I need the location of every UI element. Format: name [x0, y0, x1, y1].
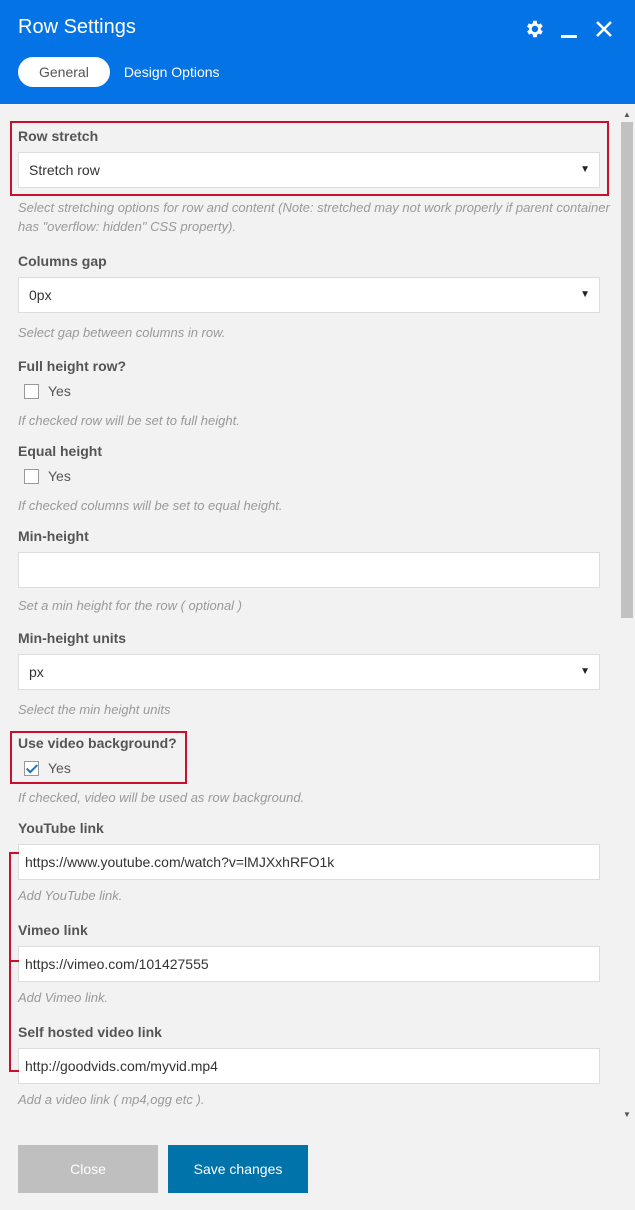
self-hosted-field: Self hosted video link http://goodvids.c… [18, 1024, 600, 1107]
equal-height-field: Equal height Yes If checked columns will… [18, 443, 600, 513]
min-height-units-field: Min-height units px ▼ Select the min hei… [18, 630, 600, 717]
self-hosted-label: Self hosted video link [18, 1024, 162, 1040]
min-height-label: Min-height [18, 528, 89, 544]
gear-icon[interactable] [523, 18, 545, 40]
min-height-units-select[interactable]: px ▼ [18, 654, 600, 690]
tab-bar: General Design Options [18, 57, 234, 87]
dropdown-arrow-icon: ▼ [580, 666, 590, 677]
dialog-header: Row Settings General Design Options [0, 0, 635, 104]
dialog-title: Row Settings [18, 16, 136, 38]
full-height-checkbox[interactable] [24, 383, 39, 399]
header-controls [523, 18, 615, 40]
full-height-option[interactable]: Yes [24, 383, 71, 399]
vimeo-field: Vimeo link https://vimeo.com/101427555 A… [18, 922, 600, 1005]
row-stretch-field: Row stretch Stretch row ▼ Select stretch… [18, 128, 610, 234]
video-bg-option[interactable]: Yes [24, 760, 71, 776]
video-bg-help: If checked, video will be used as row ba… [18, 790, 305, 805]
self-hosted-input[interactable]: http://goodvids.com/myvid.mp4 [18, 1048, 600, 1084]
self-hosted-help: Add a video link ( mp4,ogg etc ). [18, 1092, 205, 1107]
min-height-help: Set a min height for the row ( optional … [18, 598, 243, 613]
full-height-help: If checked row will be set to full heigh… [18, 413, 240, 428]
vimeo-input[interactable]: https://vimeo.com/101427555 [18, 946, 600, 982]
scrollbar-thumb[interactable] [621, 122, 633, 618]
equal-height-label: Equal height [18, 443, 102, 459]
min-height-units-label: Min-height units [18, 630, 127, 646]
video-links-bracket [9, 852, 11, 1072]
youtube-label: YouTube link [18, 820, 104, 836]
youtube-field: YouTube link https://www.youtube.com/wat… [18, 820, 600, 903]
video-bg-field: Use video background? Yes If checked, vi… [18, 735, 600, 805]
full-height-label: Full height row? [18, 358, 127, 374]
full-height-option-label: Yes [48, 383, 71, 399]
minimize-icon[interactable] [558, 18, 580, 40]
checkmark-icon[interactable] [24, 760, 39, 776]
dropdown-arrow-icon: ▼ [580, 289, 590, 300]
youtube-input[interactable]: https://www.youtube.com/watch?v=lMJXxhRF… [18, 844, 600, 880]
min-height-input[interactable] [18, 552, 600, 588]
save-changes-button[interactable]: Save changes [168, 1145, 308, 1193]
settings-panel: Row stretch Stretch row ▼ Select stretch… [0, 104, 619, 1125]
dropdown-arrow-icon: ▼ [580, 164, 590, 175]
columns-gap-help: Select gap between columns in row. [18, 325, 226, 340]
bracket-tick-bottom [9, 1070, 19, 1072]
columns-gap-value: 0px [29, 287, 52, 303]
row-stretch-value: Stretch row [29, 162, 100, 178]
columns-gap-label: Columns gap [18, 253, 107, 269]
row-stretch-help: Select stretching options for row and co… [18, 200, 610, 234]
scroll-down-arrow-icon[interactable]: ▼ [623, 1110, 631, 1119]
min-height-units-help: Select the min height units [18, 702, 171, 717]
scroll-up-arrow-icon[interactable]: ▲ [623, 110, 631, 119]
tab-general[interactable]: General [18, 57, 110, 87]
equal-height-help: If checked columns will be set to equal … [18, 498, 283, 513]
columns-gap-select[interactable]: 0px ▼ [18, 277, 600, 313]
equal-height-checkbox[interactable] [24, 468, 39, 484]
vimeo-label: Vimeo link [18, 922, 88, 938]
vimeo-help: Add Vimeo link. [18, 990, 109, 1005]
columns-gap-field: Columns gap 0px ▼ Select gap between col… [18, 253, 600, 340]
row-stretch-select[interactable]: Stretch row ▼ [18, 152, 600, 188]
min-height-units-value: px [29, 664, 44, 680]
bracket-tick-top [9, 852, 19, 854]
min-height-field: Min-height Set a min height for the row … [18, 528, 600, 613]
bracket-tick-middle [9, 960, 19, 962]
row-stretch-label: Row stretch [18, 128, 99, 144]
youtube-help: Add YouTube link. [18, 888, 123, 903]
full-height-field: Full height row? Yes If checked row will… [18, 358, 600, 428]
equal-height-option[interactable]: Yes [24, 468, 71, 484]
close-button[interactable]: Close [18, 1145, 158, 1193]
tab-design-options[interactable]: Design Options [110, 57, 234, 87]
video-bg-option-label: Yes [48, 760, 71, 776]
close-icon[interactable] [593, 18, 615, 40]
video-bg-label: Use video background? [18, 735, 177, 751]
equal-height-option-label: Yes [48, 468, 71, 484]
dialog-footer: Close Save changes [0, 1125, 635, 1210]
